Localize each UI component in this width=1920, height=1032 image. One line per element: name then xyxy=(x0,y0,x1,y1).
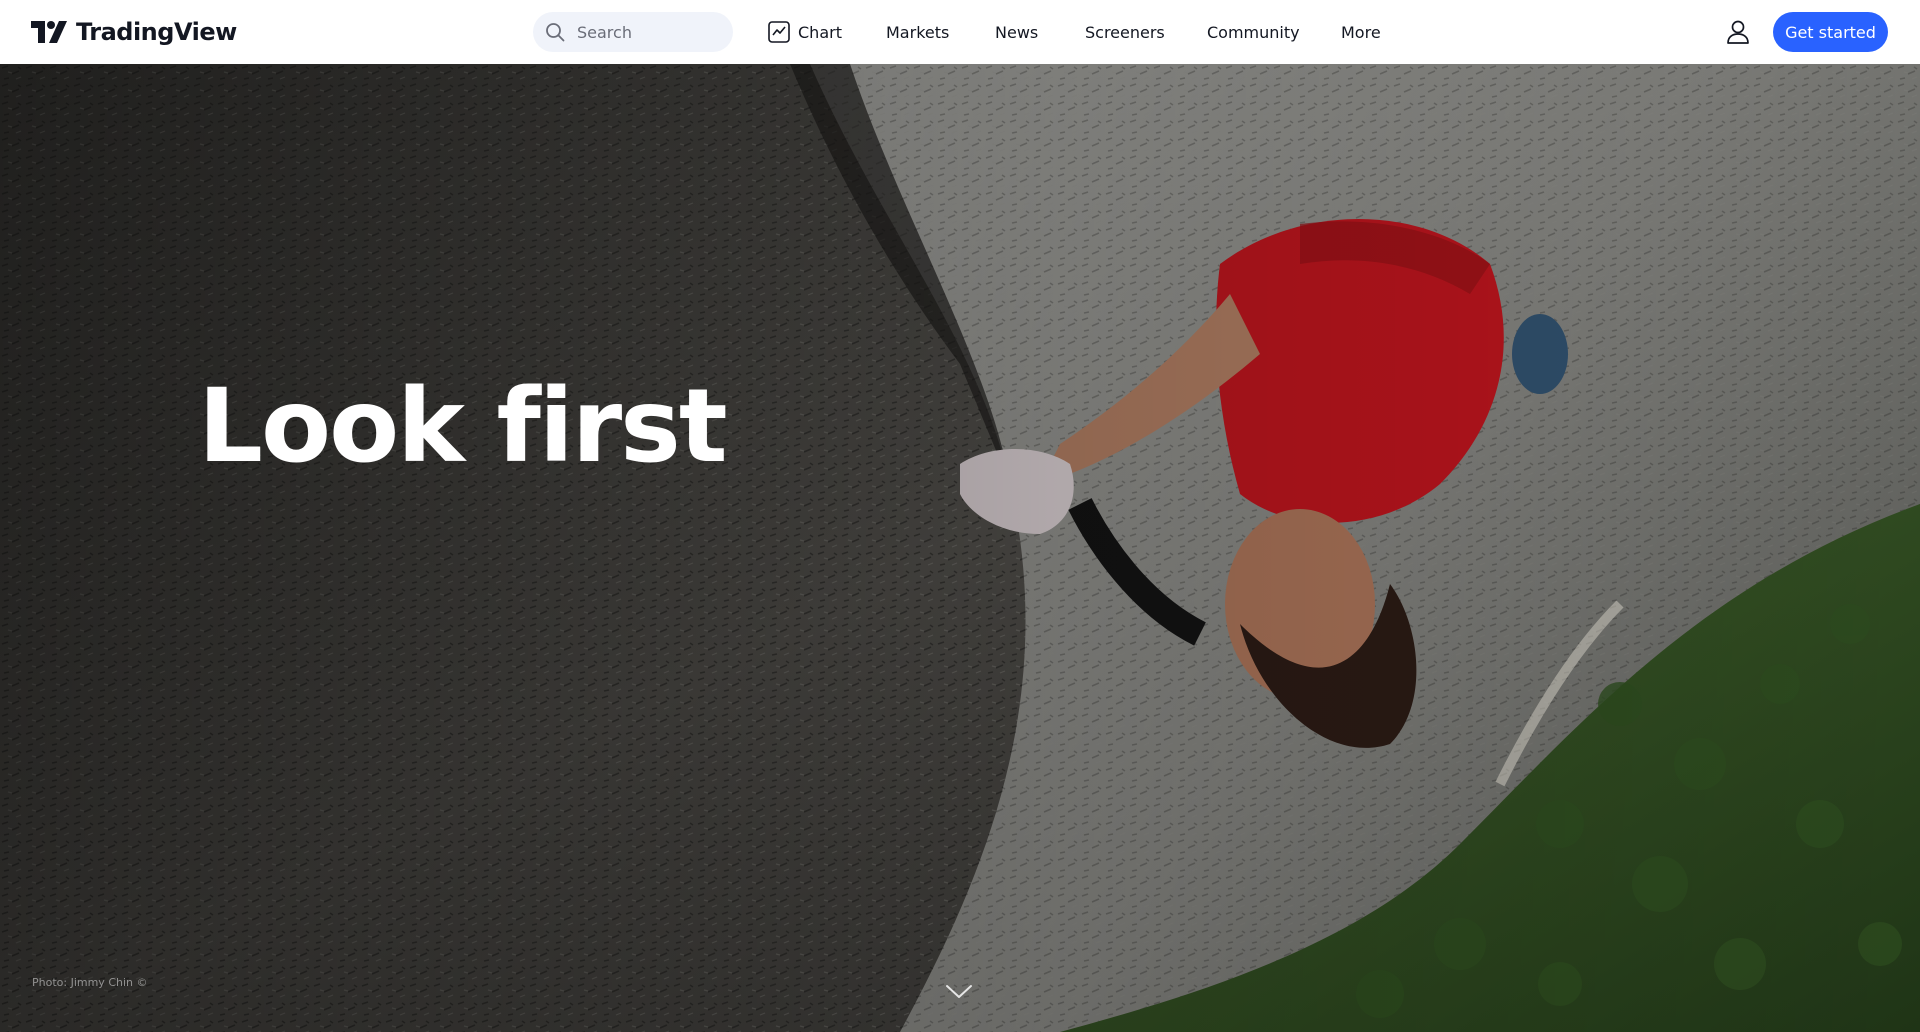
get-started-button[interactable]: Get started xyxy=(1773,12,1888,52)
tradingview-logo[interactable]: TradingView xyxy=(31,18,237,46)
nav-markets-label: Markets xyxy=(886,22,950,42)
chart-icon xyxy=(768,21,790,43)
nav-more[interactable]: More xyxy=(1341,0,1381,64)
nav-screeners[interactable]: Screeners xyxy=(1085,0,1165,64)
nav-news[interactable]: News xyxy=(995,0,1038,64)
user-icon[interactable] xyxy=(1725,19,1751,45)
nav-chart-label: Chart xyxy=(798,22,842,42)
nav-news-label: News xyxy=(995,22,1039,42)
hero-section: Look first Photo: Jimmy Chin © xyxy=(0,64,1920,1032)
search-input[interactable] xyxy=(575,21,719,43)
logo-text: TradingView xyxy=(76,18,237,46)
nav-more-label: More xyxy=(1341,22,1381,42)
nav-community[interactable]: Community xyxy=(1207,0,1300,64)
hero-headline: Look first xyxy=(198,367,728,486)
photo-credit: Photo: Jimmy Chin © xyxy=(32,976,148,989)
top-navigation-bar: TradingView Chart Markets News Screeners… xyxy=(0,0,1920,64)
nav-chart[interactable]: Chart xyxy=(768,0,842,64)
tradingview-logo-icon xyxy=(31,21,67,43)
nav-screeners-label: Screeners xyxy=(1085,22,1165,42)
nav-community-label: Community xyxy=(1207,22,1300,42)
chevron-down-icon[interactable] xyxy=(944,982,974,1002)
hero-photo-climber xyxy=(0,64,1920,1032)
search-icon xyxy=(546,23,565,42)
search-box[interactable] xyxy=(533,12,733,52)
nav-markets[interactable]: Markets xyxy=(886,0,949,64)
